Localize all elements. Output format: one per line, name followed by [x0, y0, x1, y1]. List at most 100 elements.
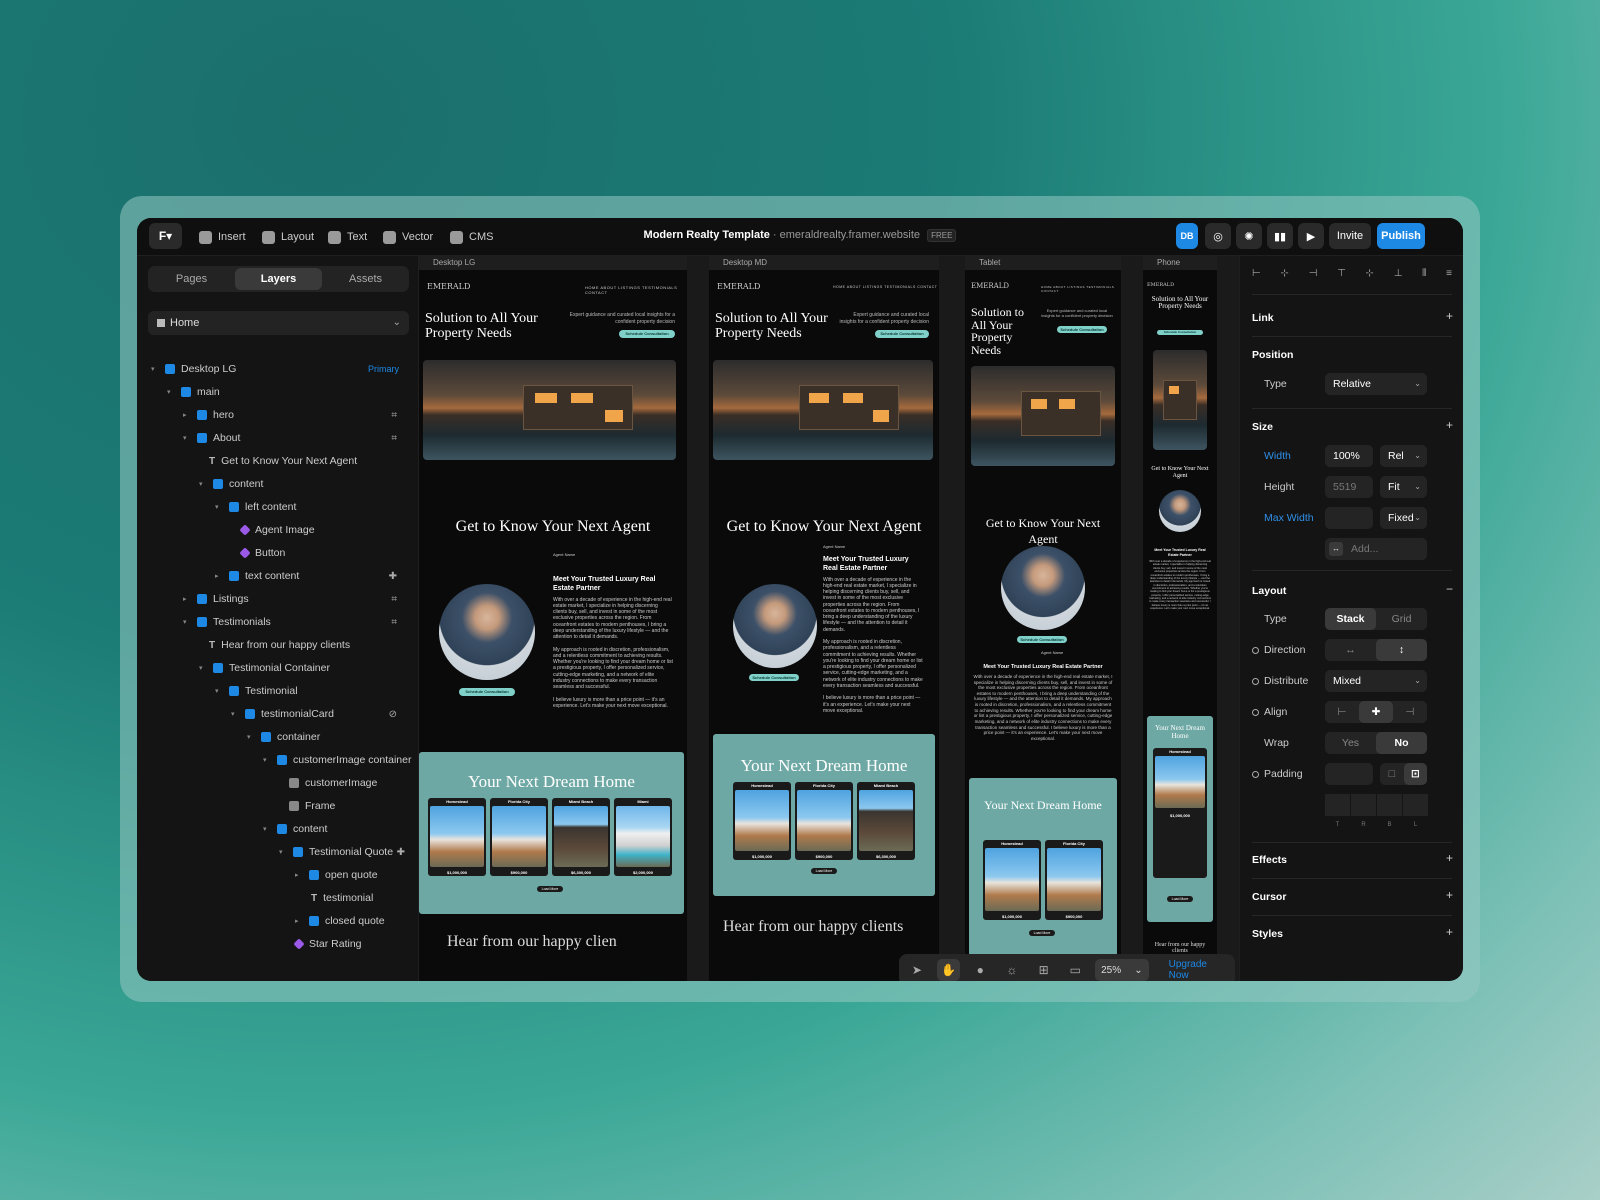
layer-content-2[interactable]: ▾ content [263, 819, 327, 839]
align-label: Align [1264, 706, 1288, 718]
padding-individual-icon[interactable]: ⊡ [1403, 763, 1427, 785]
add-cursor-icon[interactable]: + [1446, 888, 1453, 902]
align-right-icon[interactable]: ⊣ [1309, 268, 1318, 279]
tab-layers[interactable]: Layers [235, 268, 322, 290]
frame-label-desktop-md[interactable]: Desktop MD [709, 256, 939, 270]
layer-about-title[interactable]: T Get to Know Your Next Agent [209, 451, 357, 471]
layer-frame[interactable]: Frame [289, 796, 335, 816]
layer-content[interactable]: ▾ content [199, 474, 263, 494]
analytics-icon[interactable]: ▮▮ [1267, 223, 1293, 249]
vertical-arrow-icon[interactable]: ↕ [1376, 639, 1427, 661]
add-size-icon[interactable]: + [1446, 418, 1453, 432]
add-size-field[interactable]: ↔ Add... [1325, 538, 1427, 560]
cta-button: Schedule Consultation [1017, 636, 1067, 643]
padding-sides-inputs[interactable] [1325, 794, 1428, 816]
tab-pages[interactable]: Pages [148, 266, 235, 292]
preview-icon[interactable]: ▭ [1063, 959, 1087, 981]
pointer-icon[interactable]: ➤ [905, 959, 929, 981]
stack-icon [197, 410, 207, 420]
layer-text-content[interactable]: ▸ text content ✚ [215, 566, 411, 586]
upgrade-link[interactable]: Upgrade Now [1169, 959, 1229, 981]
align-top-icon[interactable]: ⊤ [1337, 268, 1346, 279]
collapse-layout-icon[interactable]: − [1446, 582, 1453, 596]
layer-testimonial-quote[interactable]: ▾ Testimonial Quote ✚ [279, 842, 411, 862]
stack-option[interactable]: Stack [1325, 608, 1376, 630]
padding-input[interactable] [1325, 763, 1373, 785]
layer-star-rating[interactable]: Star Rating [293, 934, 362, 954]
width-input[interactable]: 100% [1325, 445, 1373, 467]
distribute-h-icon[interactable]: ⫴ [1422, 268, 1426, 279]
page-selector[interactable]: Home ⌄ [148, 311, 409, 335]
hand-icon[interactable]: ✋ [936, 959, 961, 981]
layer-testimonial-text[interactable]: Ttestimonial [311, 888, 373, 908]
horizontal-arrow-icon[interactable]: ↔ [1325, 639, 1376, 661]
play-icon[interactable]: ▶ [1298, 223, 1324, 249]
layer-listings[interactable]: ▸ Listings ⌗ [183, 589, 411, 609]
publish-button[interactable]: Publish [1377, 223, 1425, 249]
align-bottom-icon[interactable]: ⊥ [1394, 268, 1403, 279]
layer-open-quote[interactable]: ▸ open quote [295, 865, 378, 885]
frame-phone[interactable]: EMERALD Solution to All Your Property Ne… [1143, 270, 1217, 981]
layer-button[interactable]: Button [239, 543, 285, 563]
sun-icon[interactable]: ☼ [1000, 959, 1024, 981]
add-effect-icon[interactable]: + [1446, 851, 1453, 865]
tab-assets[interactable]: Assets [322, 266, 409, 292]
layer-main[interactable]: ▾ main [167, 382, 220, 402]
layer-testimonials[interactable]: ▾ Testimonials ⌗ [183, 612, 411, 632]
height-input[interactable]: 5519 [1325, 476, 1373, 498]
settings-icon[interactable]: ✺ [1236, 223, 1262, 249]
align-start-icon[interactable]: ⊢ [1325, 701, 1359, 723]
layer-testimonial-card[interactable]: ▾ testimonialCard ⊘ [231, 704, 411, 724]
globe-icon[interactable]: ◎ [1205, 223, 1231, 249]
layer-testimonials-title[interactable]: T Hear from our happy clients [209, 635, 350, 655]
layer-desktop-lg[interactable]: ▾ Desktop LG Primary [151, 359, 411, 379]
agent-bio: Meet Your Trusted Luxury Real Estate Par… [823, 556, 923, 714]
comment-icon[interactable]: ● [968, 959, 992, 981]
distribute-v-icon[interactable]: ≡ [1446, 268, 1452, 279]
layer-customer-image[interactable]: customerImage [289, 773, 377, 793]
width-unit-select[interactable]: Rel ⌄ [1380, 445, 1427, 467]
layer-container[interactable]: ▾ container [247, 727, 320, 747]
project-title[interactable]: Modern Realty Template · emeraldrealty.f… [137, 229, 1463, 242]
align-center-icon[interactable]: ✚ [1359, 701, 1393, 723]
max-width-unit-select[interactable]: Fixed ⌄ [1380, 507, 1427, 529]
add-link-icon[interactable]: + [1446, 309, 1453, 323]
align-end-icon[interactable]: ⊣ [1393, 701, 1427, 723]
padding-uniform-icon[interactable]: □ [1380, 763, 1404, 785]
position-type-label: Type [1264, 378, 1287, 390]
wrap-label: Wrap [1264, 737, 1289, 749]
zoom-select[interactable]: 25% ⌄ [1095, 959, 1149, 981]
layer-left-content[interactable]: ▾ left content [215, 497, 296, 517]
user-avatar[interactable]: DB [1176, 223, 1198, 249]
frame-tablet[interactable]: EMERALD HOME ABOUT LISTINGS TESTIMONIALS… [965, 270, 1121, 981]
frame-label-tablet[interactable]: Tablet [965, 256, 1121, 270]
layer-hero[interactable]: ▸ hero ⌗ [183, 405, 411, 425]
layer-customer-image-container[interactable]: ▾ customerImage container [263, 750, 411, 770]
frame-label-phone[interactable]: Phone [1143, 256, 1217, 270]
align-center-v-icon[interactable]: ⊹ [1366, 268, 1374, 279]
frame-desktop-lg[interactable]: EMERALD HOME ABOUT LISTINGS TESTIMONIALS… [419, 270, 687, 981]
frame-desktop-md[interactable]: EMERALD HOME ABOUT LISTINGS TESTIMONIALS… [709, 270, 939, 981]
align-center-h-icon[interactable]: ⊹ [1280, 268, 1288, 279]
frame-label-desktop-lg[interactable]: Desktop LG [419, 256, 687, 270]
layer-closed-quote[interactable]: ▸ closed quote [295, 911, 385, 931]
invite-button[interactable]: Invite [1329, 223, 1371, 249]
site-logo: EMERALD [971, 282, 1009, 290]
layer-testimonial[interactable]: ▾ Testimonial [215, 681, 298, 701]
max-width-input[interactable] [1325, 507, 1373, 529]
layer-agent-image[interactable]: Agent Image [239, 520, 315, 540]
position-type-select[interactable]: Relative ⌄ [1325, 373, 1427, 395]
layer-about[interactable]: ▾ About ⌗ [183, 428, 411, 448]
design-canvas[interactable]: Desktop LG EMERALD HOME ABOUT LISTINGS T… [419, 256, 1239, 981]
distribute-select[interactable]: Mixed ⌄ [1325, 670, 1427, 692]
align-left-icon[interactable]: ⊢ [1252, 268, 1261, 279]
height-unit-select[interactable]: Fit ⌄ [1380, 476, 1427, 498]
grid-icon[interactable]: ⊞ [1032, 959, 1056, 981]
wrap-no-option[interactable]: No [1376, 732, 1427, 754]
about-title: Get to Know Your Next Agent [985, 516, 1101, 546]
resize-icon: ↔ [1329, 542, 1343, 556]
wrap-yes-option[interactable]: Yes [1325, 732, 1376, 754]
add-style-icon[interactable]: + [1446, 925, 1453, 939]
layer-testimonial-container[interactable]: ▾ Testimonial Container [199, 658, 330, 678]
grid-option[interactable]: Grid [1376, 608, 1427, 630]
